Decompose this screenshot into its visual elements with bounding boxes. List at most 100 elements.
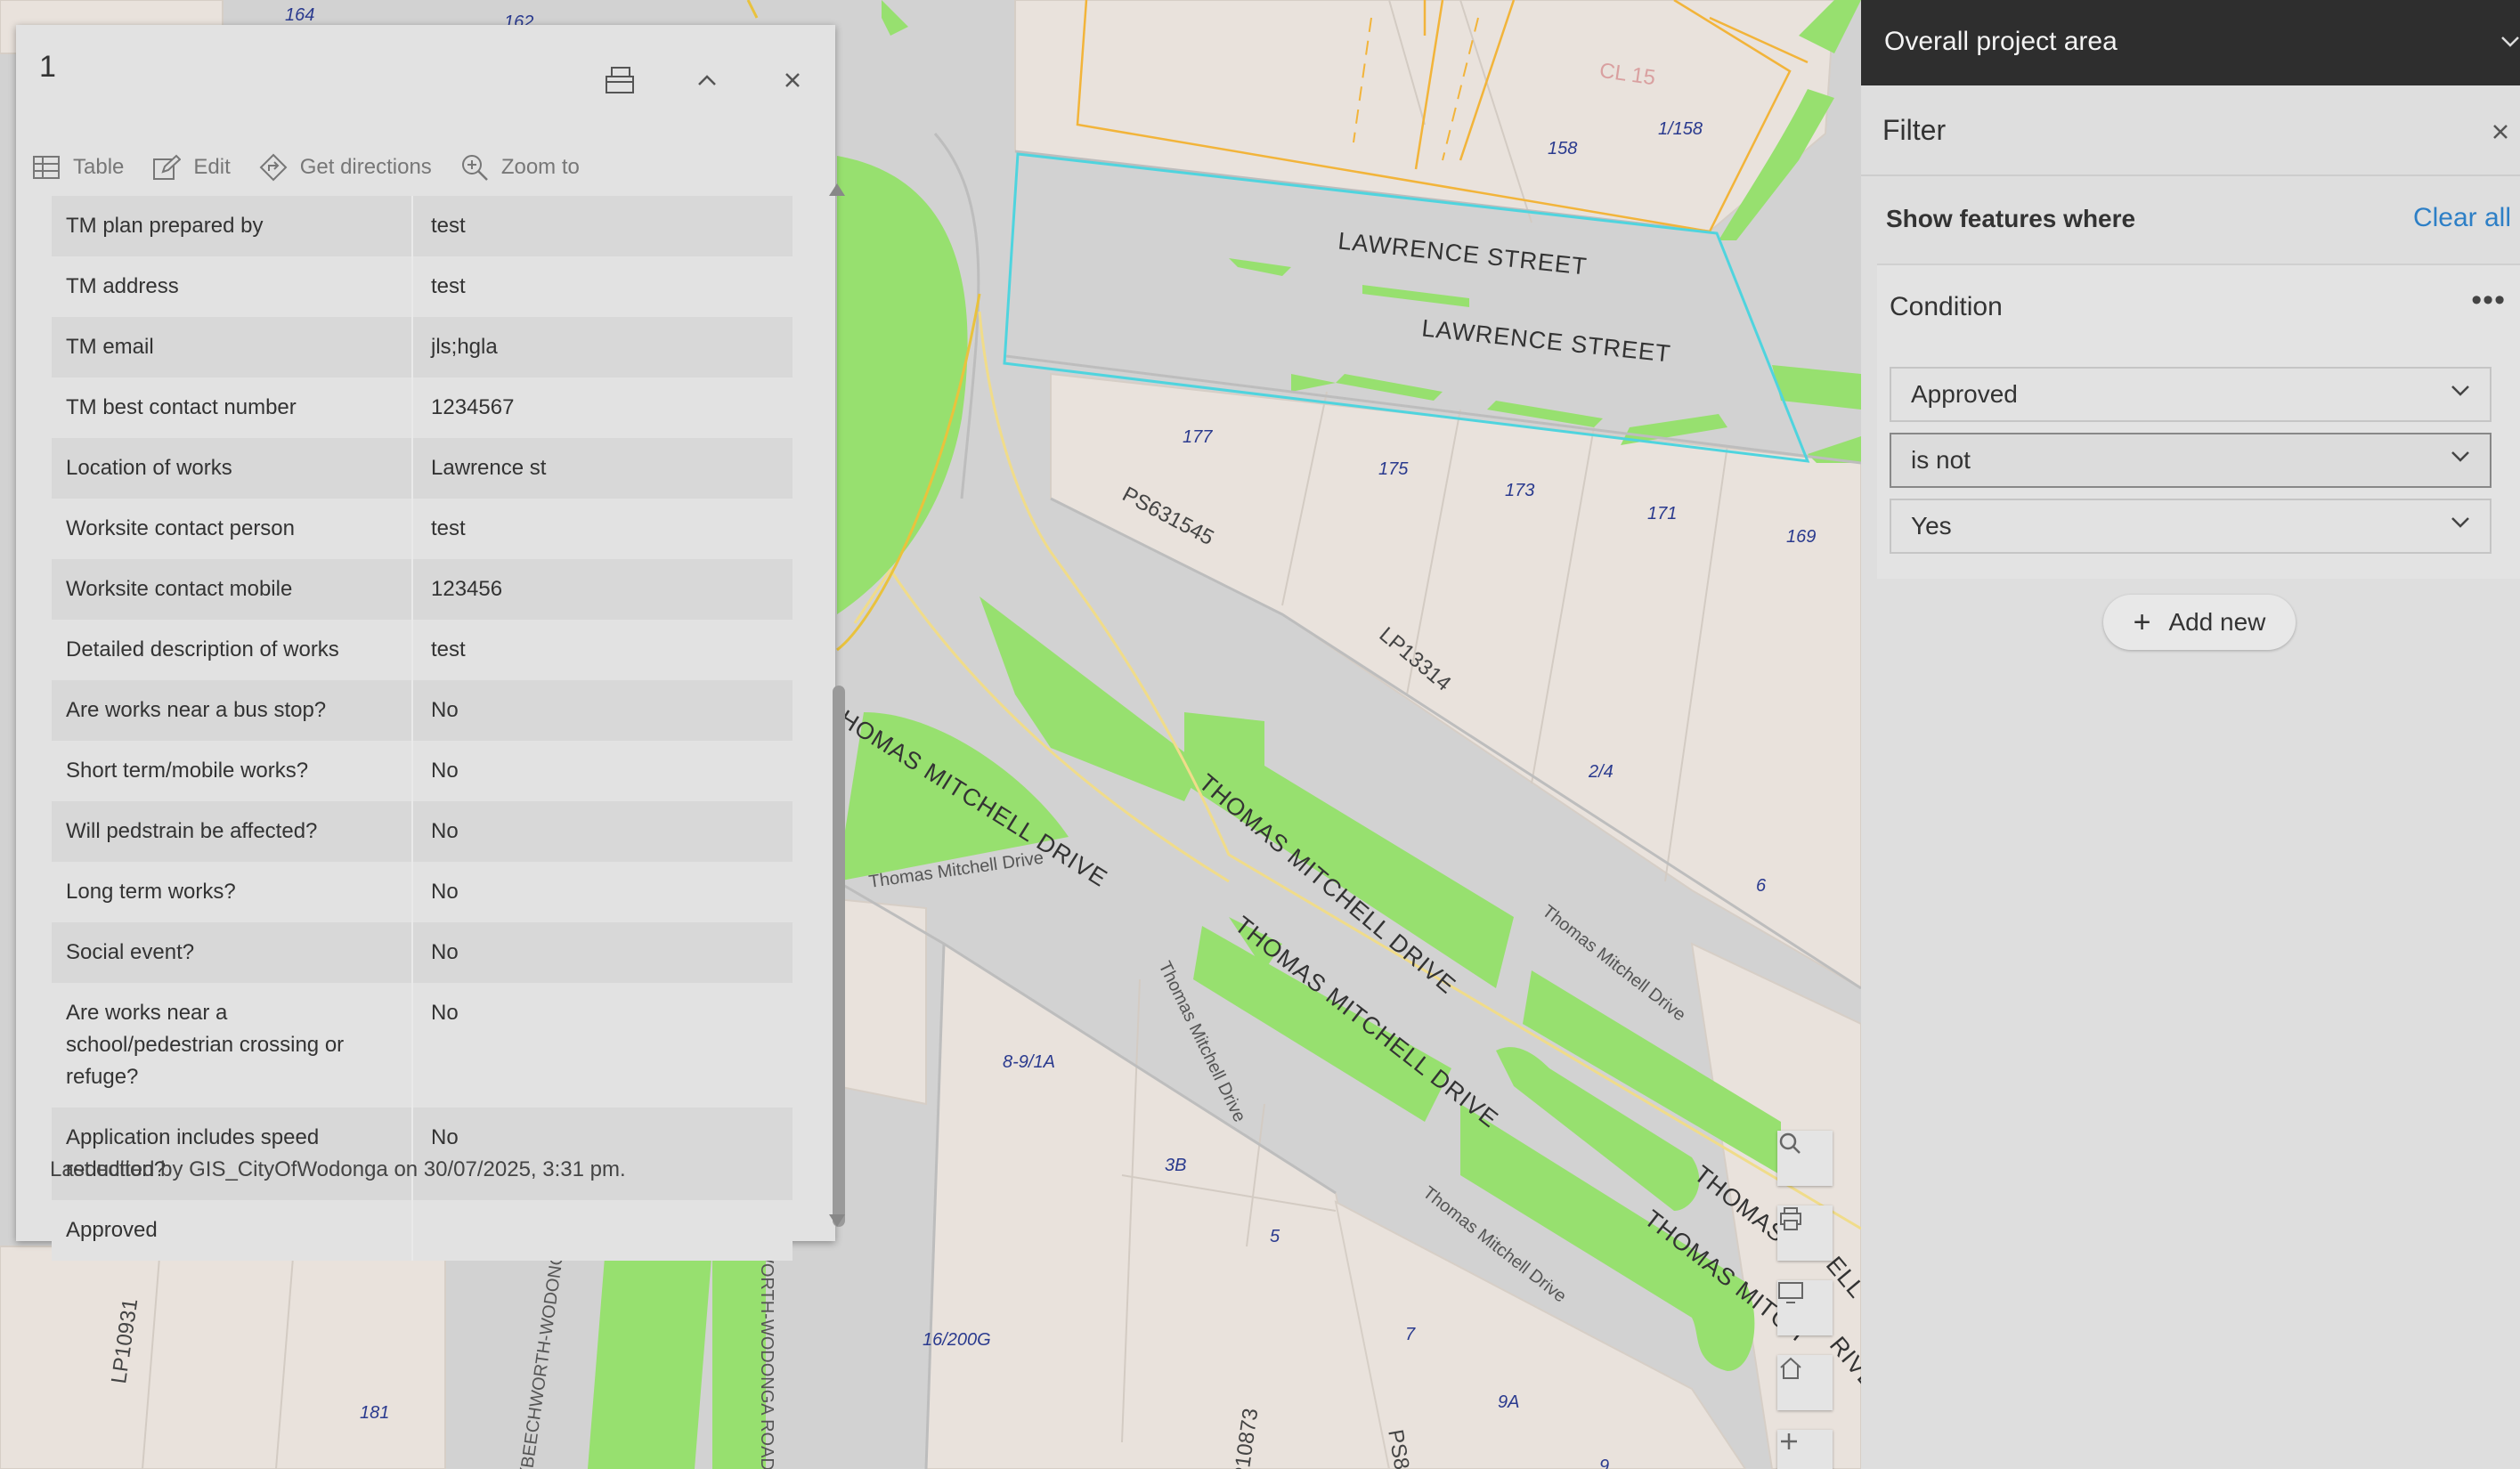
zoom-in-icon (1781, 1433, 1797, 1449)
attribute-row: Are works near a school/pedestrian cross… (52, 983, 793, 1108)
dock-button[interactable] (602, 62, 638, 98)
table-action[interactable]: Table (32, 155, 124, 180)
show-features-label: Show features where (1886, 205, 2136, 232)
condition-card: Condition ••• Approved is not Yes (1877, 264, 2520, 579)
scroll-down-arrow[interactable] (829, 1214, 845, 1227)
table-action-label: Table (73, 155, 125, 179)
lot-number: 2/4 (1589, 762, 1614, 782)
feature-popup: 1 Table Edit Get directions Zoom to TM p… (16, 25, 845, 1261)
edit-action[interactable]: Edit (152, 154, 231, 181)
popup-title: 1 (39, 50, 56, 84)
add-new-label: Add new (2168, 608, 2266, 636)
attribute-row: Location of works Lawrence st (52, 438, 793, 499)
field-value: No (431, 759, 459, 783)
close-filter-button[interactable] (2488, 119, 2513, 144)
close-popup-button[interactable] (775, 62, 810, 98)
attribute-row: Worksite contact person test (52, 499, 793, 559)
more-options-icon[interactable]: ••• (2471, 283, 2506, 318)
lot-number: 164 (285, 5, 315, 25)
field-value: No (431, 940, 459, 964)
directions-action-label: Get directions (299, 155, 432, 179)
field-value: No (431, 880, 459, 904)
field-name: Location of works (52, 438, 413, 499)
attribute-row: Short term/mobile works? No (52, 741, 793, 801)
attribute-row: Detailed description of works test (52, 620, 793, 680)
zoom-to-action-label: Zoom to (500, 155, 580, 179)
attribute-row: TM plan prepared by test (52, 196, 793, 256)
field-name: Approved (52, 1200, 413, 1261)
field-name: Detailed description of works (52, 620, 413, 680)
home-icon (1780, 1357, 1801, 1379)
chevron-down-icon (2501, 37, 2519, 47)
value-select[interactable]: Yes (1890, 499, 2492, 554)
lot-number: 5 (1270, 1227, 1280, 1246)
layer-selector[interactable]: Overall project area (1861, 0, 2520, 85)
field-name: Long term works? (52, 862, 413, 922)
close-icon (785, 73, 800, 87)
last-edited-info: Last edited by GIS_CityOfWodonga on 30/0… (50, 1157, 626, 1181)
field-value (413, 1200, 793, 1261)
clear-all-link[interactable]: Clear all (2413, 203, 2511, 233)
field-name: Short term/mobile works? (52, 741, 413, 801)
field-name: Are works near a bus stop? (52, 680, 413, 741)
field-value: test (431, 637, 466, 661)
lot-number: 181 (360, 1403, 390, 1423)
attribute-row: TM email jls;hgla (52, 317, 793, 377)
field-value: test (431, 274, 466, 298)
field-value: test (431, 214, 466, 238)
value-select-value: Yes (1911, 512, 1952, 540)
field-select[interactable]: Approved (1890, 367, 2492, 422)
field-name: Are works near a school/pedestrian cross… (52, 983, 413, 1108)
directions-icon (259, 153, 288, 182)
field-name: TM email (52, 317, 413, 377)
field-value: test (431, 516, 466, 540)
lot-number: 158 (1548, 139, 1578, 158)
edit-action-label: Edit (193, 155, 231, 179)
lot-number: 3B (1165, 1156, 1187, 1175)
map-search-button[interactable] (1777, 1131, 1833, 1186)
zoom-to-action[interactable]: Zoom to (460, 153, 580, 182)
field-value: No (431, 1001, 459, 1025)
lot-number: 171 (1647, 504, 1678, 523)
field-value: jls;hgla (431, 335, 498, 359)
operator-select-value: is not (1911, 446, 1971, 474)
attribute-row: Will pedstrain be affected? No (52, 801, 793, 862)
attribute-row: TM best contact number 1234567 (52, 377, 793, 438)
popup-actions: Table Edit Get directions Zoom to (32, 141, 608, 194)
attribute-row: TM address test (52, 256, 793, 317)
filter-header: Filter (1861, 87, 2520, 176)
lot-number: 6 (1756, 876, 1767, 896)
collapse-button[interactable] (689, 62, 725, 98)
print-button[interactable] (1777, 1205, 1833, 1261)
screen-button[interactable] (1777, 1280, 1833, 1335)
zoom-in-button[interactable] (1777, 1430, 1833, 1469)
field-value: No (431, 819, 459, 843)
close-icon (2493, 125, 2508, 139)
scrollbar-thumb[interactable] (833, 686, 845, 1227)
field-name: Worksite contact mobile (52, 559, 413, 620)
road-label: WORTH-WODONGA ROAD (757, 1246, 776, 1469)
filter-panel: Overall project area Filter Show feature… (1861, 0, 2520, 1469)
home-button[interactable] (1777, 1355, 1833, 1410)
field-name: Will pedstrain be affected? (52, 801, 413, 862)
attribute-row: Worksite contact mobile 123456 (52, 559, 793, 620)
lot-number: 9A (1498, 1392, 1520, 1412)
chevron-up-icon (698, 75, 716, 85)
field-value: 123456 (431, 577, 503, 601)
field-name: TM address (52, 256, 413, 317)
field-value: 1234567 (431, 395, 515, 419)
lot-number: 173 (1505, 481, 1535, 500)
layer-title: Overall project area (1884, 27, 2118, 56)
lot-number: 175 (1378, 459, 1409, 479)
search-icon (1779, 1132, 1801, 1154)
field-value: Lawrence st (431, 456, 547, 480)
directions-action[interactable]: Get directions (259, 153, 432, 182)
field-value: No (431, 698, 459, 722)
attribute-row: Approved (52, 1200, 793, 1261)
chevron-down-icon (2451, 451, 2469, 462)
field-name: Application includes speed reduction? (52, 1108, 413, 1200)
add-new-button[interactable]: + Add new (2103, 595, 2296, 650)
operator-select[interactable]: is not (1890, 433, 2492, 488)
scroll-up-arrow[interactable] (829, 183, 845, 196)
dock-icon (606, 67, 634, 93)
